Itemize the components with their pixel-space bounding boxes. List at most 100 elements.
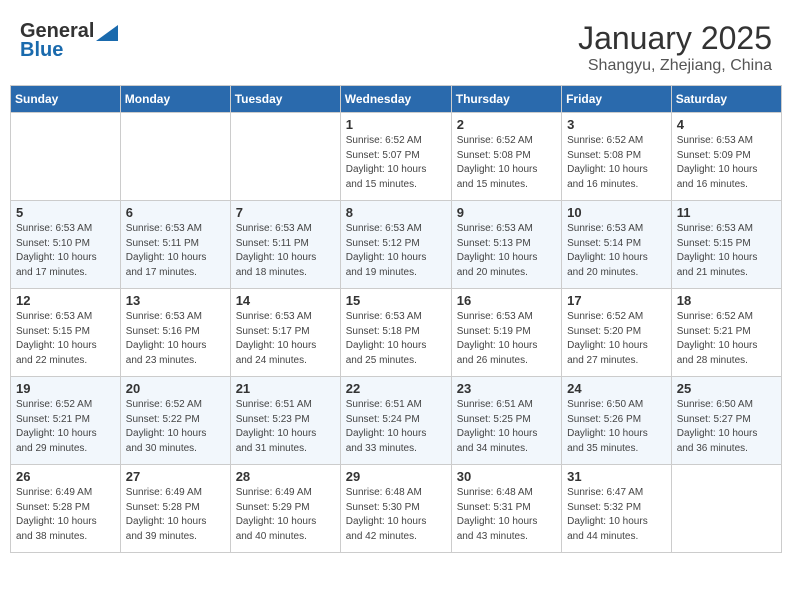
calendar-cell — [671, 465, 781, 553]
calendar-week-row: 1 Sunrise: 6:52 AM Sunset: 5:07 PM Daylig… — [11, 113, 782, 201]
day-info: Sunrise: 6:48 AM Sunset: 5:31 PM Dayligh… — [457, 486, 556, 544]
calendar-cell: 2 Sunrise: 6:52 AM Sunset: 5:08 PM Daylig… — [451, 113, 561, 201]
calendar-cell: 18 Sunrise: 6:52 AM Sunset: 5:21 PM Dayli… — [671, 289, 781, 377]
calendar-cell: 7 Sunrise: 6:53 AM Sunset: 5:11 PM Daylig… — [230, 201, 340, 289]
day-number: 18 — [677, 293, 776, 308]
day-info: Sunrise: 6:53 AM Sunset: 5:15 PM Dayligh… — [677, 222, 776, 280]
day-info: Sunrise: 6:50 AM Sunset: 5:26 PM Dayligh… — [567, 398, 666, 456]
calendar-cell: 16 Sunrise: 6:53 AM Sunset: 5:19 PM Dayli… — [451, 289, 561, 377]
day-number: 17 — [567, 293, 666, 308]
calendar-cell: 5 Sunrise: 6:53 AM Sunset: 5:10 PM Daylig… — [11, 201, 121, 289]
day-number: 28 — [236, 469, 335, 484]
calendar-cell: 19 Sunrise: 6:52 AM Sunset: 5:21 PM Dayli… — [11, 377, 121, 465]
calendar-cell: 17 Sunrise: 6:52 AM Sunset: 5:20 PM Dayli… — [562, 289, 672, 377]
calendar-header-monday: Monday — [120, 86, 230, 113]
day-number: 8 — [346, 205, 446, 220]
day-number: 19 — [16, 381, 115, 396]
day-info: Sunrise: 6:53 AM Sunset: 5:17 PM Dayligh… — [236, 310, 335, 368]
day-number: 20 — [126, 381, 225, 396]
day-number: 25 — [677, 381, 776, 396]
day-info: Sunrise: 6:53 AM Sunset: 5:11 PM Dayligh… — [236, 222, 335, 280]
calendar-header-wednesday: Wednesday — [340, 86, 451, 113]
location: Shangyu, Zhejiang, China — [578, 57, 772, 75]
calendar-header-row: SundayMondayTuesdayWednesdayThursdayFrid… — [11, 86, 782, 113]
calendar-cell: 12Sunrise: 6:53 AM Sunset: 5:15 PM Dayli… — [11, 289, 121, 377]
day-info: Sunrise: 6:53 AM Sunset: 5:19 PM Dayligh… — [457, 310, 556, 368]
day-info: Sunrise: 6:52 AM Sunset: 5:20 PM Dayligh… — [567, 310, 666, 368]
calendar-header-thursday: Thursday — [451, 86, 561, 113]
calendar-cell: 3 Sunrise: 6:52 AM Sunset: 5:08 PM Daylig… — [562, 113, 672, 201]
day-info: Sunrise: 6:52 AM Sunset: 5:21 PM Dayligh… — [677, 310, 776, 368]
calendar-cell: 8Sunrise: 6:53 AM Sunset: 5:12 PM Daylig… — [340, 201, 451, 289]
day-number: 10 — [567, 205, 666, 220]
day-number: 23 — [457, 381, 556, 396]
day-info: Sunrise: 6:53 AM Sunset: 5:16 PM Dayligh… — [126, 310, 225, 368]
calendar-cell: 14 Sunrise: 6:53 AM Sunset: 5:17 PM Dayli… — [230, 289, 340, 377]
day-info: Sunrise: 6:52 AM Sunset: 5:21 PM Dayligh… — [16, 398, 115, 456]
calendar-cell: 30 Sunrise: 6:48 AM Sunset: 5:31 PM Dayli… — [451, 465, 561, 553]
calendar-cell: 1 Sunrise: 6:52 AM Sunset: 5:07 PM Daylig… — [340, 113, 451, 201]
calendar-cell: 26Sunrise: 6:49 AM Sunset: 5:28 PM Dayli… — [11, 465, 121, 553]
logo: General Blue — [20, 20, 118, 62]
day-info: Sunrise: 6:52 AM Sunset: 5:08 PM Dayligh… — [567, 134, 666, 192]
calendar-cell: 20 Sunrise: 6:52 AM Sunset: 5:22 PM Dayli… — [120, 377, 230, 465]
day-info: Sunrise: 6:53 AM Sunset: 5:15 PM Dayligh… — [16, 310, 115, 368]
calendar-cell: 15 Sunrise: 6:53 AM Sunset: 5:18 PM Dayli… — [340, 289, 451, 377]
logo-icon — [96, 25, 118, 41]
day-number: 5 — [16, 205, 115, 220]
logo-blue: Blue — [20, 39, 63, 62]
day-number: 7 — [236, 205, 335, 220]
calendar-week-row: 26 Sunrise: 6:49 AM Sunset: 5:28 PM Dayli… — [11, 465, 782, 553]
calendar-cell: 11 Sunrise: 6:53 AM Sunset: 5:15 PM Dayli… — [671, 201, 781, 289]
day-info: Sunrise: 6:47 AM Sunset: 5:32 PM Dayligh… — [567, 486, 666, 544]
calendar-cell: 29Sunrise: 6:48 AM Sunset: 5:30 PM Dayli… — [340, 465, 451, 553]
day-info: Sunrise: 6:52 AM Sunset: 5:22 PM Dayligh… — [126, 398, 225, 456]
day-number: 27 — [126, 469, 225, 484]
day-number: 26 — [16, 469, 115, 484]
day-number: 14 — [236, 293, 335, 308]
day-number: 31 — [567, 469, 666, 484]
calendar-cell — [11, 113, 121, 201]
calendar-header-saturday: Saturday — [671, 86, 781, 113]
day-number: 22 — [346, 381, 446, 396]
day-info: Sunrise: 6:53 AM Sunset: 5:09 PM Dayligh… — [677, 134, 776, 192]
calendar-cell: 13 Sunrise: 6:53 AM Sunset: 5:16 PM Dayli… — [120, 289, 230, 377]
calendar-cell: 25 Sunrise: 6:50 AM Sunset: 5:27 PM Dayli… — [671, 377, 781, 465]
calendar-cell: 27 Sunrise: 6:49 AM Sunset: 5:28 PM Dayli… — [120, 465, 230, 553]
calendar-week-row: 12Sunrise: 6:53 AM Sunset: 5:15 PM Dayli… — [11, 289, 782, 377]
day-info: Sunrise: 6:52 AM Sunset: 5:07 PM Dayligh… — [346, 134, 446, 192]
day-info: Sunrise: 6:50 AM Sunset: 5:27 PM Dayligh… — [677, 398, 776, 456]
day-info: Sunrise: 6:51 AM Sunset: 5:24 PM Dayligh… — [346, 398, 446, 456]
day-number: 13 — [126, 293, 225, 308]
month-title: January 2025 — [578, 20, 772, 57]
calendar-cell: 31 Sunrise: 6:47 AM Sunset: 5:32 PM Dayli… — [562, 465, 672, 553]
calendar-cell: 28Sunrise: 6:49 AM Sunset: 5:29 PM Dayli… — [230, 465, 340, 553]
day-info: Sunrise: 6:53 AM Sunset: 5:18 PM Dayligh… — [346, 310, 446, 368]
day-info: Sunrise: 6:53 AM Sunset: 5:14 PM Dayligh… — [567, 222, 666, 280]
day-info: Sunrise: 6:53 AM Sunset: 5:10 PM Dayligh… — [16, 222, 115, 280]
calendar-header-tuesday: Tuesday — [230, 86, 340, 113]
day-info: Sunrise: 6:53 AM Sunset: 5:13 PM Dayligh… — [457, 222, 556, 280]
day-number: 1 — [346, 117, 446, 132]
calendar-week-row: 5 Sunrise: 6:53 AM Sunset: 5:10 PM Daylig… — [11, 201, 782, 289]
calendar-header-sunday: Sunday — [11, 86, 121, 113]
day-number: 3 — [567, 117, 666, 132]
day-number: 2 — [457, 117, 556, 132]
calendar-cell: 24 Sunrise: 6:50 AM Sunset: 5:26 PM Dayli… — [562, 377, 672, 465]
day-info: Sunrise: 6:51 AM Sunset: 5:23 PM Dayligh… — [236, 398, 335, 456]
day-number: 24 — [567, 381, 666, 396]
calendar-cell: 9Sunrise: 6:53 AM Sunset: 5:13 PM Daylig… — [451, 201, 561, 289]
day-info: Sunrise: 6:49 AM Sunset: 5:28 PM Dayligh… — [126, 486, 225, 544]
day-number: 21 — [236, 381, 335, 396]
day-number: 15 — [346, 293, 446, 308]
day-info: Sunrise: 6:53 AM Sunset: 5:11 PM Dayligh… — [126, 222, 225, 280]
day-info: Sunrise: 6:52 AM Sunset: 5:08 PM Dayligh… — [457, 134, 556, 192]
day-number: 11 — [677, 205, 776, 220]
day-info: Sunrise: 6:48 AM Sunset: 5:30 PM Dayligh… — [346, 486, 446, 544]
calendar-table: SundayMondayTuesdayWednesdayThursdayFrid… — [10, 85, 782, 553]
day-number: 16 — [457, 293, 556, 308]
calendar-cell: 22 Sunrise: 6:51 AM Sunset: 5:24 PM Dayli… — [340, 377, 451, 465]
calendar-cell: 21 Sunrise: 6:51 AM Sunset: 5:23 PM Dayli… — [230, 377, 340, 465]
day-number: 4 — [677, 117, 776, 132]
day-number: 30 — [457, 469, 556, 484]
